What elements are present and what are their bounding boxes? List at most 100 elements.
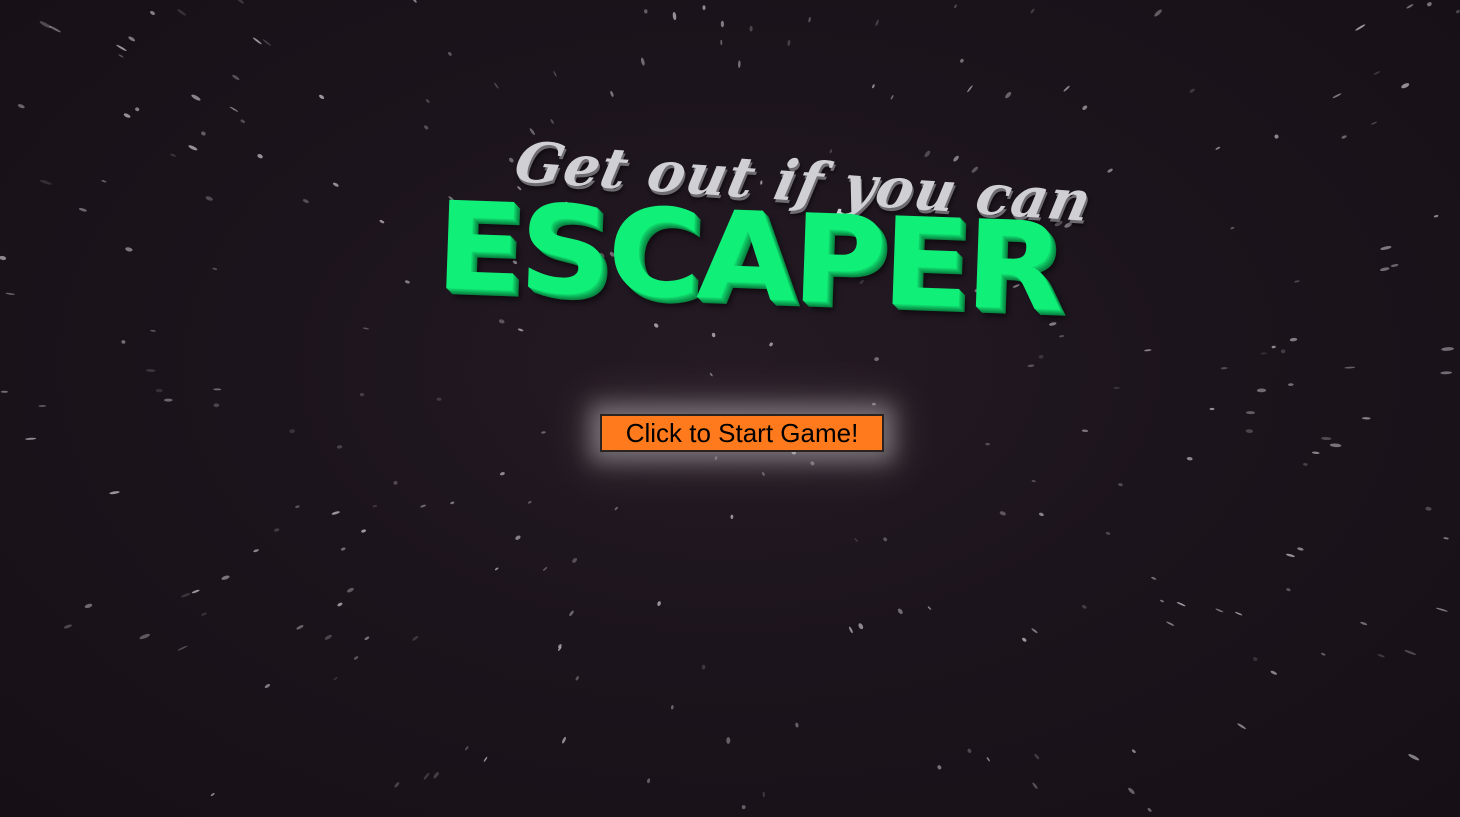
star-particle	[986, 757, 990, 762]
start-game-button[interactable]: Click to Start Game!	[600, 414, 884, 452]
star-particle	[212, 267, 218, 270]
star-particle	[1370, 121, 1378, 125]
star-particle	[1245, 411, 1256, 415]
star-particle	[17, 104, 25, 109]
star-particle	[289, 429, 296, 434]
star-particle	[150, 10, 155, 16]
star-particle	[787, 40, 791, 46]
star-particle	[1209, 407, 1215, 411]
star-particle	[49, 25, 61, 33]
star-particle	[960, 58, 964, 63]
star-particle	[372, 504, 378, 508]
star-particle	[38, 405, 47, 407]
star-particle	[236, 0, 244, 4]
star-particle	[5, 292, 15, 296]
star-particle	[128, 36, 136, 42]
star-particle	[1131, 749, 1136, 753]
star-particle	[1294, 280, 1300, 283]
star-particle	[39, 179, 52, 185]
star-particle	[135, 107, 140, 112]
star-particle	[553, 71, 557, 77]
star-particle	[191, 94, 201, 101]
star-particle	[509, 157, 514, 163]
star-particle	[1360, 621, 1368, 626]
star-particle	[213, 403, 220, 408]
star-particle	[319, 94, 325, 100]
star-particle	[364, 636, 370, 641]
star-particle	[1390, 264, 1399, 267]
star-particle	[1105, 531, 1111, 535]
star-particle	[541, 431, 546, 434]
star-particle	[1154, 9, 1162, 17]
star-particle	[670, 705, 674, 710]
star-particle	[1160, 599, 1164, 603]
star-particle	[337, 602, 343, 607]
star-particle	[332, 182, 339, 187]
star-particle	[1425, 506, 1432, 511]
star-particle	[420, 504, 427, 508]
star-particle	[499, 472, 505, 476]
star-particle	[1189, 88, 1195, 93]
star-particle	[517, 328, 524, 332]
star-particle	[346, 587, 354, 593]
star-particle	[362, 327, 370, 330]
star-particle	[177, 9, 187, 16]
star-particle	[465, 746, 469, 751]
star-particle	[493, 82, 499, 89]
star-particle	[336, 445, 343, 449]
star-particle	[1027, 364, 1035, 368]
star-particle	[1404, 650, 1417, 655]
star-particle	[1186, 456, 1193, 461]
star-particle	[1107, 168, 1113, 173]
star-particle	[205, 196, 213, 201]
star-particle	[644, 9, 648, 14]
star-particle	[1288, 383, 1294, 386]
star-particle	[572, 557, 578, 563]
star-particle	[1380, 245, 1392, 251]
star-particle	[720, 39, 723, 46]
star-particle	[1256, 388, 1267, 393]
star-particle	[1373, 71, 1381, 75]
star-particle	[164, 398, 173, 402]
star-particle	[1147, 807, 1152, 812]
star-particle	[1401, 83, 1410, 89]
star-particle	[423, 772, 430, 780]
star-particle	[1427, 2, 1432, 7]
star-particle	[39, 21, 52, 29]
star-particle	[875, 19, 879, 27]
star-particle	[109, 491, 120, 495]
star-particle	[562, 736, 566, 744]
star-particle	[672, 12, 677, 21]
star-particle	[188, 145, 198, 151]
star-particle	[0, 390, 9, 393]
star-particle	[1441, 347, 1454, 351]
star-particle	[1311, 451, 1320, 455]
star-particle	[854, 537, 859, 543]
star-particle	[302, 199, 309, 204]
star-particle	[116, 44, 127, 51]
star-particle	[1270, 670, 1277, 675]
star-particle	[647, 778, 651, 784]
star-particle	[412, 0, 417, 3]
star-particle	[1271, 345, 1276, 349]
star-particle	[78, 208, 87, 212]
star-particle	[1034, 753, 1040, 760]
star-particle	[264, 684, 271, 688]
star-particle	[1022, 637, 1027, 642]
star-particle	[1082, 105, 1088, 110]
star-particle	[1303, 462, 1308, 466]
star-particle	[180, 593, 191, 598]
star-particle	[726, 737, 731, 744]
star-particle	[101, 180, 107, 183]
star-particle	[848, 626, 853, 634]
star-particle	[730, 514, 734, 519]
star-particle	[883, 537, 888, 542]
star-particle	[569, 610, 574, 617]
star-particle	[436, 397, 442, 401]
star-particle	[353, 656, 359, 660]
star-particle	[121, 340, 126, 344]
star-particle	[871, 402, 876, 406]
star-particle	[890, 95, 894, 100]
star-particle	[84, 603, 93, 609]
star-particle	[252, 37, 262, 45]
